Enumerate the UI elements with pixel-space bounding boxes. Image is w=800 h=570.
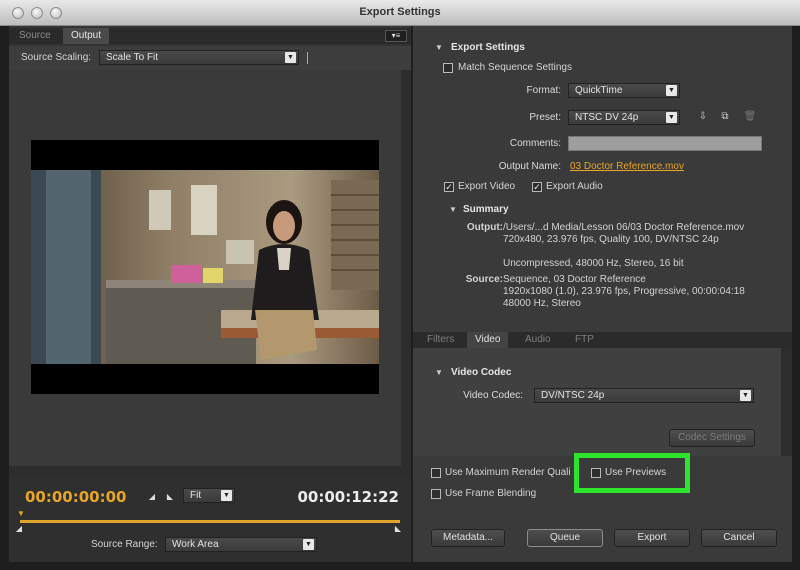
panel-menu-button[interactable]: ▾≡ [385, 30, 407, 42]
export-settings-heading: Export Settings [451, 42, 525, 53]
chevron-down-icon: ▼ [285, 52, 296, 63]
save-preset-icon[interactable]: ⇩ [696, 111, 710, 123]
source-scaling-row: Source Scaling: Scale To Fit ▼ [9, 46, 411, 70]
max-render-quality-label: Use Maximum Render Quali [445, 467, 571, 478]
frame-blending-checkbox[interactable] [431, 489, 441, 499]
tab-source[interactable]: Source [11, 28, 59, 44]
set-in-point-icon[interactable]: ◢ [147, 492, 157, 502]
summary-line: /Users/...d Media/Lesson 06/03 Doctor Re… [503, 222, 745, 233]
set-out-point-icon[interactable]: ◣ [165, 492, 175, 502]
export-video-label: Export Video [458, 181, 516, 192]
settings-scrollbar[interactable] [781, 348, 792, 456]
video-codec-panel: ▼ Video Codec Video Codec: DV/NTSC 24p ▼… [413, 348, 781, 456]
duration-timecode: 00:00:12:22 [297, 488, 400, 506]
match-sequence-checkbox[interactable] [443, 63, 453, 73]
out-marker-icon[interactable]: ◣ [393, 524, 403, 534]
video-preview [31, 140, 379, 394]
chevron-down-icon: ▼ [666, 85, 677, 96]
tab-filters[interactable]: Filters [419, 332, 462, 348]
chevron-down-icon: ▼ [740, 390, 751, 401]
video-codec-heading: Video Codec [451, 367, 512, 378]
preset-label: Preset: [529, 112, 561, 123]
summary-source-text: Sequence, 03 Doctor Reference 1920x1080 … [503, 274, 745, 310]
match-sequence-label: Match Sequence Settings [458, 62, 572, 73]
source-range-label: Source Range: [91, 539, 158, 550]
settings-tabs: Filters Video Audio FTP [413, 332, 792, 348]
tab-output[interactable]: Output [63, 28, 110, 44]
source-range-dropdown[interactable]: Work Area ▼ [165, 537, 317, 552]
export-audio-label: Export Audio [546, 181, 603, 192]
in-marker-icon[interactable]: ◢ [14, 524, 24, 534]
source-scaling-label: Source Scaling: [21, 52, 92, 63]
frame-blending-label: Use Frame Blending [445, 488, 537, 499]
preview-panel: Source Output ▾≡ Source Scaling: Scale T… [9, 26, 411, 562]
source-scaling-dropdown[interactable]: Scale To Fit ▼ [99, 50, 299, 65]
summary-line: Uncompressed, 48000 Hz, Stereo, 16 bit [503, 258, 684, 269]
tab-video[interactable]: Video [467, 332, 509, 348]
codec-settings-button[interactable]: Codec Settings [669, 429, 755, 447]
title-bar: Export Settings [0, 0, 800, 26]
chevron-down-icon: ▼ [666, 112, 677, 123]
queue-button[interactable]: Queue [527, 529, 603, 547]
source-range-value: Work Area [172, 539, 219, 550]
highlight-box [574, 453, 690, 493]
delete-preset-icon[interactable]: 🗑 [743, 111, 757, 123]
export-button[interactable]: Export [614, 529, 690, 547]
timeline-track[interactable] [20, 520, 400, 523]
output-name-label: Output Name: [498, 161, 561, 172]
chevron-down-icon: ▼ [303, 539, 314, 550]
preset-value: NTSC DV 24p [575, 112, 639, 123]
summary-output-key: Output: [466, 222, 503, 233]
collapse-triangle-icon[interactable]: ▼ [435, 43, 443, 52]
video-codec-value: DV/NTSC 24p [541, 390, 605, 401]
zoom-fit-value: Fit [190, 490, 202, 501]
export-audio-checkbox[interactable]: ✓ [532, 182, 542, 192]
summary-line: 720x480, 23.976 fps, Quality 100, DV/NTS… [503, 234, 719, 245]
preset-dropdown[interactable]: NTSC DV 24p ▼ [568, 110, 680, 125]
comments-label: Comments: [509, 138, 561, 149]
preview-vertical-scrollbar[interactable] [401, 70, 411, 468]
tab-audio[interactable]: Audio [517, 332, 559, 348]
export-video-checkbox[interactable]: ✓ [444, 182, 454, 192]
summary-source-key: Source: [465, 274, 503, 285]
format-dropdown[interactable]: QuickTime ▼ [568, 83, 680, 98]
cancel-button[interactable]: Cancel [701, 529, 777, 547]
summary-line: 1920x1080 (1.0), 23.976 fps, Progressive… [503, 286, 745, 297]
chevron-down-icon: ▼ [221, 490, 232, 501]
summary-line: Sequence, 03 Doctor Reference [503, 274, 646, 285]
tab-ftp[interactable]: FTP [567, 332, 602, 348]
summary-output-text: /Users/...d Media/Lesson 06/03 Doctor Re… [503, 222, 744, 270]
preview-horizontal-scrollbar[interactable] [9, 466, 411, 476]
source-scaling-value: Scale To Fit [106, 52, 159, 63]
summary-line: 48000 Hz, Stereo [503, 298, 581, 309]
summary-heading: Summary [463, 204, 509, 215]
metadata-button[interactable]: Metadata... [431, 529, 505, 547]
max-render-quality-checkbox[interactable] [431, 468, 441, 478]
zoom-fit-dropdown[interactable]: Fit ▼ [183, 488, 235, 503]
collapse-triangle-icon[interactable]: ▼ [449, 205, 457, 214]
timecode-bar: 00:00:00:00 ◢ ◣ Fit ▼ 00:00:12:22 ▼ ◢ ◣ … [9, 476, 411, 562]
video-codec-label: Video Codec: [463, 390, 523, 401]
collapse-triangle-icon[interactable]: ▼ [435, 368, 443, 377]
comments-input[interactable] [568, 136, 762, 151]
preview-tabs: Source Output ▾≡ [9, 28, 411, 44]
video-frame-image [31, 170, 379, 364]
divider [307, 52, 308, 64]
current-timecode[interactable]: 00:00:00:00 [25, 488, 127, 506]
output-name-link[interactable]: 03 Doctor Reference.mov [570, 161, 684, 172]
video-codec-dropdown[interactable]: DV/NTSC 24p ▼ [534, 388, 754, 403]
format-label: Format: [526, 85, 561, 96]
window-title: Export Settings [359, 6, 441, 18]
playhead-icon[interactable]: ▼ [16, 509, 26, 519]
import-preset-icon[interactable]: ⧉ [718, 111, 732, 123]
summary-line [503, 246, 744, 258]
format-value: QuickTime [575, 85, 623, 96]
